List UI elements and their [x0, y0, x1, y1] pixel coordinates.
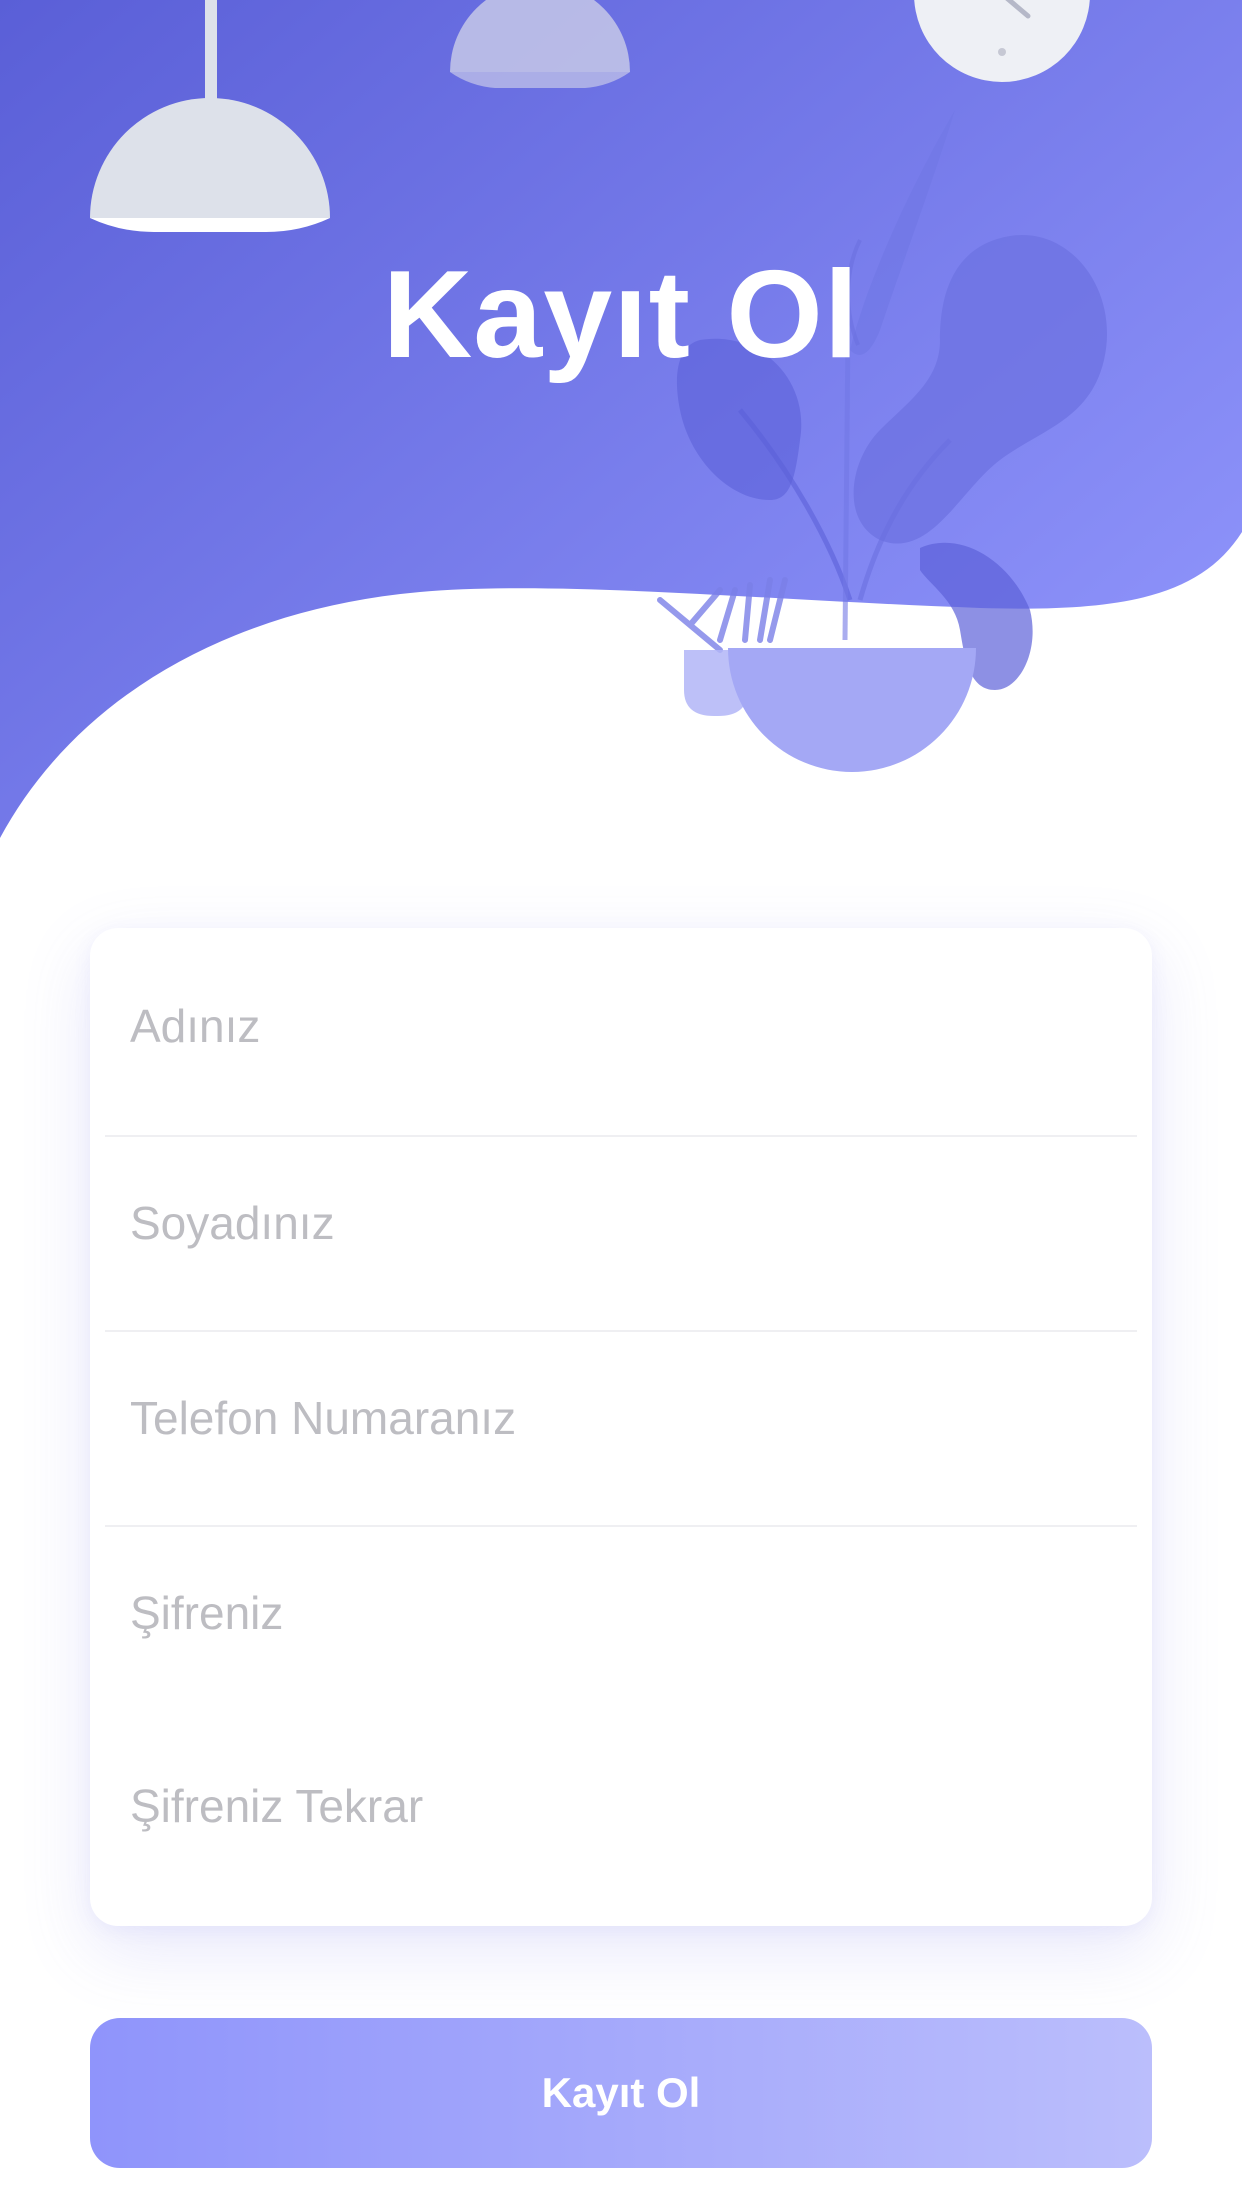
password-input[interactable] [130, 1515, 1120, 1710]
registration-form-card [90, 928, 1152, 1926]
hanging-lamp-icon [450, 0, 630, 88]
password-field[interactable] [90, 1515, 1152, 1710]
password-confirm-field[interactable] [90, 1708, 1152, 1903]
phone-input[interactable] [130, 1320, 1120, 1515]
phone-field[interactable] [90, 1320, 1152, 1515]
register-button[interactable]: Kayıt Ol [90, 2018, 1152, 2168]
register-screen: Kayıt Ol Kayıt Ol [0, 0, 1242, 2208]
page-title: Kayıt Ol [382, 246, 860, 384]
first-name-field[interactable] [90, 928, 1152, 1123]
password-confirm-input[interactable] [130, 1708, 1120, 1903]
header-illustration [0, 0, 1242, 838]
first-name-input[interactable] [130, 928, 1120, 1123]
last-name-field[interactable] [90, 1125, 1152, 1320]
last-name-input[interactable] [130, 1125, 1120, 1320]
